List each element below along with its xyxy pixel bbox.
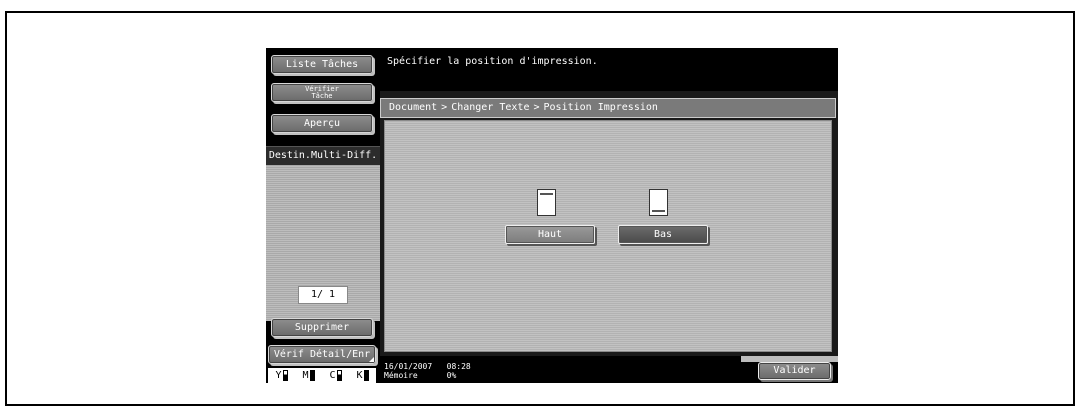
memory-value: 0%: [446, 371, 457, 380]
page-bottom-position-icon: [649, 189, 668, 216]
toner-m-label: M: [302, 370, 309, 381]
toner-m: M: [302, 370, 315, 381]
time-text: 08:28: [446, 362, 471, 371]
left-panel: Liste Tâches Vérifier Tâche Aperçu Desti…: [266, 48, 380, 383]
instruction-text: Spécifier la position d'impression.: [387, 56, 598, 67]
date-text: 16/01/2007: [384, 362, 433, 371]
toner-indicator: Y M C K: [268, 368, 376, 383]
supprimer-button[interactable]: Supprimer: [271, 318, 373, 337]
breadcrumb-item-position-impression: Position Impression: [543, 102, 658, 113]
valider-button[interactable]: Valider: [758, 362, 831, 380]
toner-k-label: K: [356, 370, 363, 381]
control-panel-screen: Liste Tâches Vérifier Tâche Aperçu Desti…: [266, 48, 838, 383]
toner-k: K: [356, 370, 369, 381]
page-indicator: 1/ 1: [298, 286, 348, 304]
bas-button[interactable]: Bas: [618, 225, 708, 244]
breadcrumb-item-changer-texte: Changer Texte: [451, 102, 530, 113]
toner-c-label: C: [329, 370, 336, 381]
status-footer: 16/01/2007 08:28 Mémoire 0% Valider: [380, 356, 838, 383]
destin-multi-diff-label: Destin.Multi-Diff.: [266, 146, 380, 166]
corner-triangle-icon: [369, 357, 374, 362]
verifier-tache-button[interactable]: Vérifier Tâche: [271, 83, 373, 102]
verifier-tache-label-2: Tâche: [311, 92, 333, 100]
status-text: 16/01/2007 08:28 Mémoire 0%: [384, 362, 471, 380]
liste-taches-button[interactable]: Liste Tâches: [271, 55, 373, 74]
breadcrumb: Document > Changer Texte > Position Impressi…: [380, 98, 836, 118]
toner-k-level-icon: [363, 370, 369, 381]
message-bar: Spécifier la position d'impression.: [380, 48, 838, 91]
toner-y: Y: [275, 370, 288, 381]
breadcrumb-separator: >: [533, 102, 540, 113]
toner-y-level-icon: [282, 370, 288, 381]
toner-y-label: Y: [275, 370, 282, 381]
toner-m-level-icon: [309, 370, 315, 381]
haut-button[interactable]: Haut: [505, 225, 595, 244]
breadcrumb-separator: >: [441, 102, 448, 113]
options-area: Haut Bas: [384, 120, 832, 352]
apercu-button[interactable]: Aperçu: [271, 114, 373, 133]
verif-detail-label: Vérif Détail/Enr: [273, 349, 371, 360]
toner-c: C: [329, 370, 342, 381]
memory-label: Mémoire: [384, 371, 418, 380]
page-top-position-icon: [537, 189, 556, 216]
verif-detail-button[interactable]: Vérif Détail/Enr: [268, 345, 376, 364]
breadcrumb-item-document: Document: [389, 102, 438, 113]
toner-c-level-icon: [336, 370, 342, 381]
